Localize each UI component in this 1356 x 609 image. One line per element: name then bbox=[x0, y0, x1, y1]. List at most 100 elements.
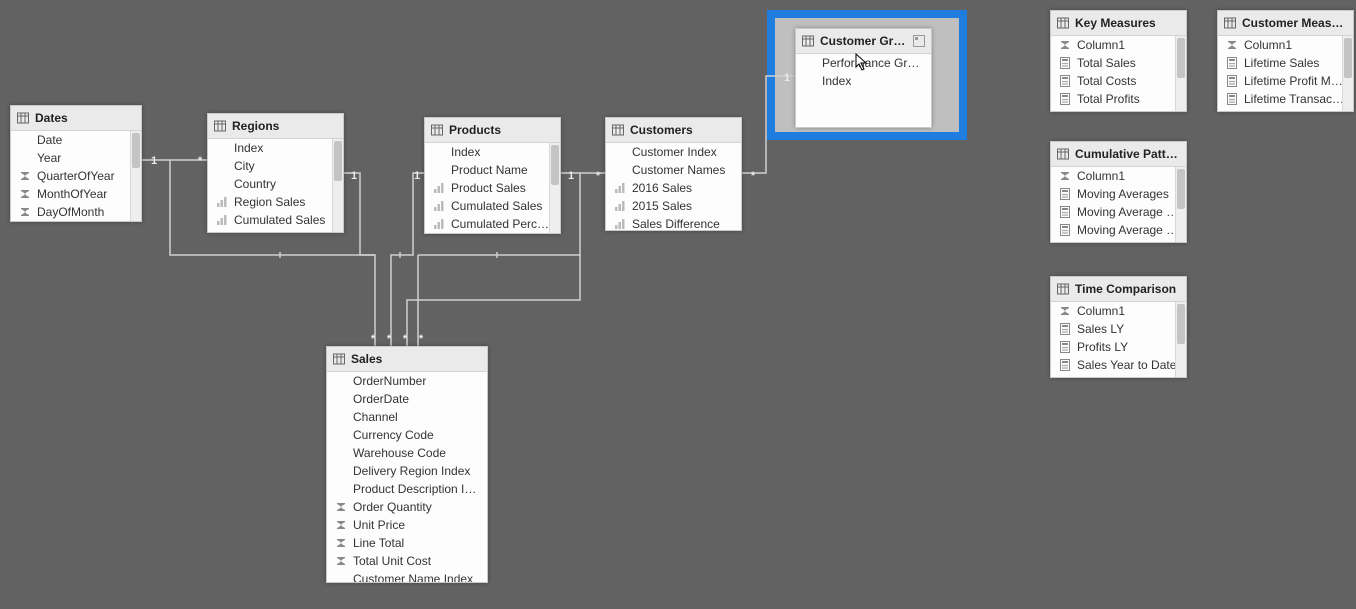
table-sales[interactable]: Sales OrderNumber OrderDate Channel Curr… bbox=[326, 346, 488, 583]
field-row[interactable]: Moving Average (No bbox=[1051, 221, 1186, 239]
scrollbar[interactable] bbox=[549, 143, 560, 233]
field-row[interactable]: Year bbox=[11, 149, 141, 167]
field-row[interactable]: Warehouse Code bbox=[327, 444, 487, 462]
field-row[interactable]: Cumulated Percenta bbox=[208, 229, 343, 232]
field-row[interactable]: Delivery Region Index bbox=[327, 462, 487, 480]
scrollbar[interactable] bbox=[332, 139, 343, 232]
field-row[interactable]: Product Description Index bbox=[327, 480, 487, 498]
field-row[interactable]: Sales LY bbox=[1051, 320, 1186, 338]
table-products[interactable]: Products Index Product Name Product Sale… bbox=[424, 117, 561, 234]
field-row[interactable]: Product Name bbox=[425, 161, 560, 179]
field-label: Index bbox=[451, 145, 480, 159]
calc-icon bbox=[1059, 341, 1071, 353]
field-row[interactable]: Currency Code bbox=[327, 426, 487, 444]
field-row[interactable]: Profits LY bbox=[1051, 338, 1186, 356]
table-header[interactable]: Regions bbox=[208, 114, 343, 139]
relationship-cardinality: 1 bbox=[148, 155, 160, 167]
field-row[interactable]: QuarterOfYear bbox=[11, 167, 141, 185]
scroll-thumb[interactable] bbox=[1344, 38, 1352, 78]
table-custmeasures[interactable]: Customer Measures Column1 Lifetime Sales… bbox=[1217, 10, 1354, 112]
field-row[interactable]: OrderNumber bbox=[327, 372, 487, 390]
field-row[interactable]: Customer Name Index bbox=[327, 570, 487, 582]
field-row[interactable]: Lifetime Profit Margi bbox=[1218, 72, 1353, 90]
calc-icon bbox=[1059, 93, 1071, 105]
table-header[interactable]: Dates bbox=[11, 106, 141, 131]
field-row[interactable]: Performance Group bbox=[796, 54, 931, 72]
table-header[interactable]: Sales bbox=[327, 347, 487, 372]
field-row[interactable]: Total Profits bbox=[1051, 90, 1186, 108]
table-timecomp[interactable]: Time Comparison Column1 Sales LY Profits… bbox=[1050, 276, 1187, 378]
scrollbar[interactable] bbox=[1175, 302, 1186, 377]
field-row[interactable]: Lifetime Profits bbox=[1218, 108, 1353, 111]
table-cumpatterns[interactable]: Cumulative Patterns Column1 Moving Avera… bbox=[1050, 141, 1187, 243]
table-header[interactable]: Time Comparison bbox=[1051, 277, 1186, 302]
scrollbar[interactable] bbox=[1175, 36, 1186, 111]
relationship-cardinality: * bbox=[367, 333, 379, 345]
field-row[interactable]: Customer Index bbox=[606, 143, 741, 161]
scroll-thumb[interactable] bbox=[1177, 38, 1185, 78]
field-row[interactable]: Product Sales bbox=[425, 179, 560, 197]
field-row[interactable]: Sales Year to Date bbox=[1051, 356, 1186, 374]
scrollbar[interactable] bbox=[130, 131, 141, 221]
field-row[interactable]: Column1 bbox=[1051, 302, 1186, 320]
field-row[interactable]: Region Sales bbox=[208, 193, 343, 211]
field-label: City bbox=[234, 159, 255, 173]
field-row[interactable]: Index bbox=[796, 72, 931, 90]
table-header[interactable]: Customers bbox=[606, 118, 741, 143]
table-header[interactable]: Cumulative Patterns bbox=[1051, 142, 1186, 167]
field-row[interactable]: Sales Year to Date LY bbox=[1051, 374, 1186, 377]
field-row[interactable]: Cumulated Percenta bbox=[425, 215, 560, 233]
field-row[interactable]: Customer Names bbox=[606, 161, 741, 179]
table-regions[interactable]: Regions Index City Country Region Sales … bbox=[207, 113, 344, 233]
field-row[interactable]: Moving Average (2) bbox=[1051, 203, 1186, 221]
scroll-thumb[interactable] bbox=[334, 141, 342, 181]
field-row[interactable]: City bbox=[208, 157, 343, 175]
field-row[interactable]: 2016 Sales bbox=[606, 179, 741, 197]
table-body: Date Year QuarterOfYear MonthOfYear DayO… bbox=[11, 131, 141, 221]
table-header[interactable]: Customer Measures bbox=[1218, 11, 1353, 36]
field-row[interactable]: Channel bbox=[327, 408, 487, 426]
field-row[interactable]: Index bbox=[208, 139, 343, 157]
field-row[interactable]: Total Transactions bbox=[1051, 108, 1186, 111]
field-row[interactable]: Column1 bbox=[1051, 167, 1186, 185]
field-row[interactable]: Lifetime Sales bbox=[1218, 54, 1353, 72]
field-row[interactable]: Column1 bbox=[1051, 36, 1186, 54]
field-row[interactable]: OrderDate bbox=[327, 390, 487, 408]
field-row[interactable]: DayOfMonth bbox=[11, 203, 141, 221]
scroll-thumb[interactable] bbox=[551, 145, 559, 185]
field-row[interactable]: Country bbox=[208, 175, 343, 193]
table-keymeasures[interactable]: Key Measures Column1 Total Sales Total C… bbox=[1050, 10, 1187, 112]
field-row[interactable]: Cumulated Sales bbox=[208, 211, 343, 229]
model-canvas[interactable]: Dates Date Year QuarterOfYear MonthOfYea… bbox=[0, 0, 1356, 609]
table-header[interactable]: Products bbox=[425, 118, 560, 143]
field-row[interactable]: Cumulated Sales bbox=[425, 197, 560, 215]
field-row[interactable]: Total Sales bbox=[1051, 54, 1186, 72]
scroll-thumb[interactable] bbox=[132, 133, 140, 168]
scrollbar[interactable] bbox=[1175, 167, 1186, 242]
field-row[interactable]: Total Unit Cost bbox=[327, 552, 487, 570]
field-row[interactable]: Lifetime Transactions bbox=[1218, 90, 1353, 108]
calc-icon bbox=[1226, 75, 1238, 87]
field-row[interactable]: Moving Averages bbox=[1051, 185, 1186, 203]
field-row[interactable]: Line Total bbox=[327, 534, 487, 552]
field-row[interactable]: 2015 Sales bbox=[606, 197, 741, 215]
table-header[interactable]: Customer Grouping bbox=[796, 29, 931, 54]
table-custgroup[interactable]: Customer Grouping Performance Group Inde… bbox=[795, 28, 932, 128]
field-row[interactable]: Total Costs bbox=[1051, 72, 1186, 90]
table-header[interactable]: Key Measures bbox=[1051, 11, 1186, 36]
field-row[interactable]: Sales Difference bbox=[606, 215, 741, 230]
expand-icon[interactable] bbox=[913, 35, 925, 47]
field-row[interactable]: Unit Price bbox=[327, 516, 487, 534]
field-row[interactable]: Date bbox=[11, 131, 141, 149]
scrollbar[interactable] bbox=[1342, 36, 1353, 111]
field-row[interactable]: Column1 bbox=[1218, 36, 1353, 54]
table-dates[interactable]: Dates Date Year QuarterOfYear MonthOfYea… bbox=[10, 105, 142, 222]
field-row[interactable]: MonthOfYear bbox=[11, 185, 141, 203]
field-row[interactable]: Order Quantity bbox=[327, 498, 487, 516]
calc-icon bbox=[1226, 57, 1238, 69]
scroll-thumb[interactable] bbox=[1177, 169, 1185, 209]
table-customers[interactable]: Customers Customer Index Customer Names … bbox=[605, 117, 742, 231]
field-row[interactable]: Index bbox=[425, 143, 560, 161]
scroll-thumb[interactable] bbox=[1177, 304, 1185, 344]
field-row[interactable]: Transaction Sales bbox=[1051, 239, 1186, 242]
